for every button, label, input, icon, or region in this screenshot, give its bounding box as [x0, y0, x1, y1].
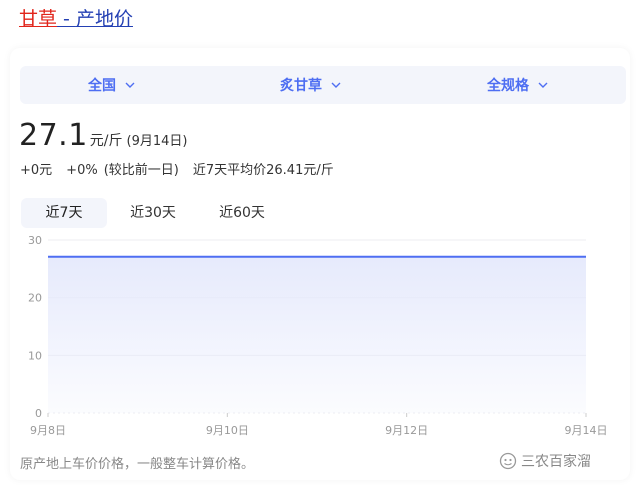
- seven-day-average: 近7天平均价26.41元/斤: [192, 163, 334, 178]
- price-unit: 元/斤: [89, 133, 123, 149]
- current-price: 27.1 元/斤 (9月14日): [19, 118, 187, 153]
- data-point: [225, 255, 229, 259]
- data-point: [584, 255, 588, 259]
- data-point: [46, 255, 50, 259]
- x-tick-label: 9月8日: [30, 424, 66, 437]
- spec-filter-dropdown[interactable]: 全规格: [487, 66, 549, 104]
- y-tick-label: 0: [35, 407, 42, 420]
- chevron-down-icon: [538, 82, 548, 88]
- filter-bar: 全国 炙甘草 全规格: [20, 66, 626, 104]
- price-value: 27.1: [19, 118, 88, 153]
- price-change-row: +0元 +0% (较比前一日) 近7天平均价26.41元/斤: [20, 159, 348, 178]
- spec-filter-label: 全规格: [487, 78, 529, 94]
- change-compare-text: (较比前一日): [103, 163, 179, 178]
- title-separator: -: [57, 8, 76, 30]
- y-tick-label: 10: [28, 349, 42, 362]
- data-point: [315, 255, 319, 259]
- series-area: [48, 256, 586, 413]
- watermark: 三农百家溜: [499, 448, 591, 474]
- x-tick-label: 9月10日: [206, 424, 249, 437]
- region-filter-dropdown[interactable]: 全国: [88, 66, 136, 104]
- price-area-chart: 0 10 20 30 9月8日 9月10日 9月12日 9月14日: [28, 234, 608, 437]
- x-tick-label: 9月14日: [565, 424, 608, 437]
- footnote: 原产地上车价价格，一般整车计算价格。: [20, 457, 255, 472]
- herb-name-link[interactable]: 甘草: [19, 8, 57, 30]
- x-tick-label: 9月12日: [385, 424, 428, 437]
- change-percent: +0%: [66, 163, 98, 178]
- data-point: [405, 255, 409, 259]
- price-type-link[interactable]: 产地价: [76, 8, 133, 30]
- watermark-text: 三农百家溜: [521, 454, 591, 470]
- data-point: [494, 255, 498, 259]
- chevron-down-icon: [125, 82, 135, 88]
- change-absolute: +0元: [20, 163, 53, 178]
- price-date: (9月14日): [126, 134, 188, 149]
- tab-30-days[interactable]: 近30天: [110, 198, 196, 228]
- chevron-down-icon: [331, 82, 341, 88]
- region-filter-label: 全国: [88, 78, 116, 94]
- variety-filter-label: 炙甘草: [280, 78, 322, 94]
- data-point: [136, 255, 140, 259]
- tab-60-days[interactable]: 近60天: [199, 198, 285, 228]
- watermark-logo-icon: [499, 452, 517, 470]
- page-title[interactable]: 甘草 - 产地价: [19, 6, 133, 32]
- tab-7-days[interactable]: 近7天: [21, 198, 107, 228]
- y-tick-label: 20: [28, 292, 42, 305]
- y-tick-label: 30: [28, 234, 42, 247]
- variety-filter-dropdown[interactable]: 炙甘草: [280, 66, 342, 104]
